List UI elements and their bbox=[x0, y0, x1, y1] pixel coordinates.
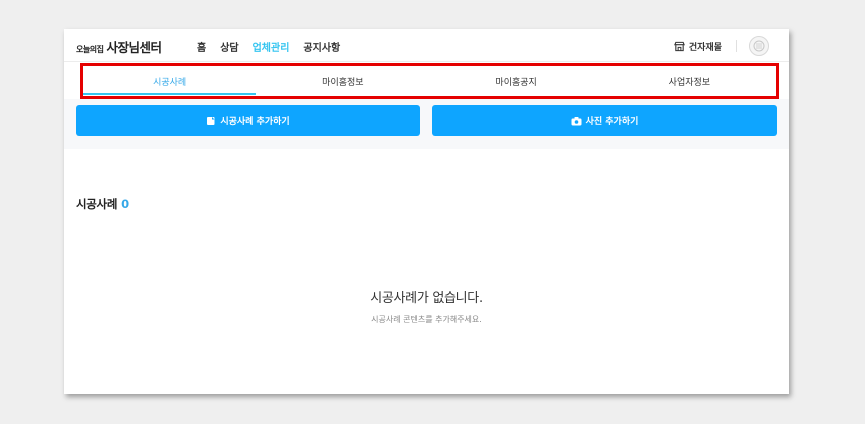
main-nav: 홈 상담 업체관리 공지사항 bbox=[197, 39, 354, 54]
sub-tabs: 시공사례 마이홈정보 마이홈공지 사업자정보 bbox=[80, 63, 779, 99]
camera-icon bbox=[571, 116, 582, 125]
add-photo-button[interactable]: 사진 추가하기 bbox=[432, 105, 777, 136]
app-window: 오늘의집 사장님센터 홈 상담 업체관리 공지사항 건자재몰 시공사례 마이홈정… bbox=[64, 29, 789, 394]
nav-item-consult[interactable]: 상담 bbox=[220, 39, 238, 54]
nav-item-home[interactable]: 홈 bbox=[197, 39, 206, 54]
tab-construction-cases[interactable]: 시공사례 bbox=[83, 66, 257, 96]
shop-label: 건자재몰 bbox=[688, 42, 722, 53]
tab-business-info[interactable]: 사업자정보 bbox=[603, 66, 776, 96]
add-case-button[interactable]: 시공사례 추가하기 bbox=[76, 105, 420, 136]
empty-state-subtitle: 시공사례 콘텐츠를 추가해주세요. bbox=[371, 315, 482, 324]
empty-state-title: 시공사례가 없습니다. bbox=[370, 291, 483, 306]
tab-myhome-notice[interactable]: 마이홈공지 bbox=[430, 66, 603, 96]
section-count: 0 bbox=[121, 197, 129, 211]
brand-title: 사장님센터 bbox=[106, 40, 162, 55]
brand-logo[interactable]: 오늘의집 사장님센터 bbox=[76, 37, 162, 56]
header-divider bbox=[736, 40, 737, 52]
store-icon bbox=[673, 41, 685, 51]
section-title: 시공사례 0 bbox=[76, 196, 129, 212]
top-header: 오늘의집 사장님센터 홈 상담 업체관리 공지사항 건자재몰 bbox=[64, 29, 789, 62]
add-case-label: 시공사례 추가하기 bbox=[220, 117, 290, 127]
tab-myhome-info[interactable]: 마이홈정보 bbox=[256, 66, 429, 96]
header-actions: 건자재몰 bbox=[673, 36, 769, 56]
add-photo-label: 사진 추가하기 bbox=[585, 117, 639, 127]
user-avatar-icon bbox=[753, 40, 765, 52]
document-icon bbox=[207, 116, 215, 125]
nav-item-company-management[interactable]: 업체관리 bbox=[253, 39, 290, 54]
brand-small-text: 오늘의집 bbox=[76, 45, 104, 54]
avatar[interactable] bbox=[749, 36, 769, 56]
building-materials-mall-link[interactable]: 건자재몰 bbox=[673, 40, 722, 53]
nav-item-notices[interactable]: 공지사항 bbox=[303, 39, 340, 54]
section-title-text: 시공사례 bbox=[76, 197, 118, 211]
